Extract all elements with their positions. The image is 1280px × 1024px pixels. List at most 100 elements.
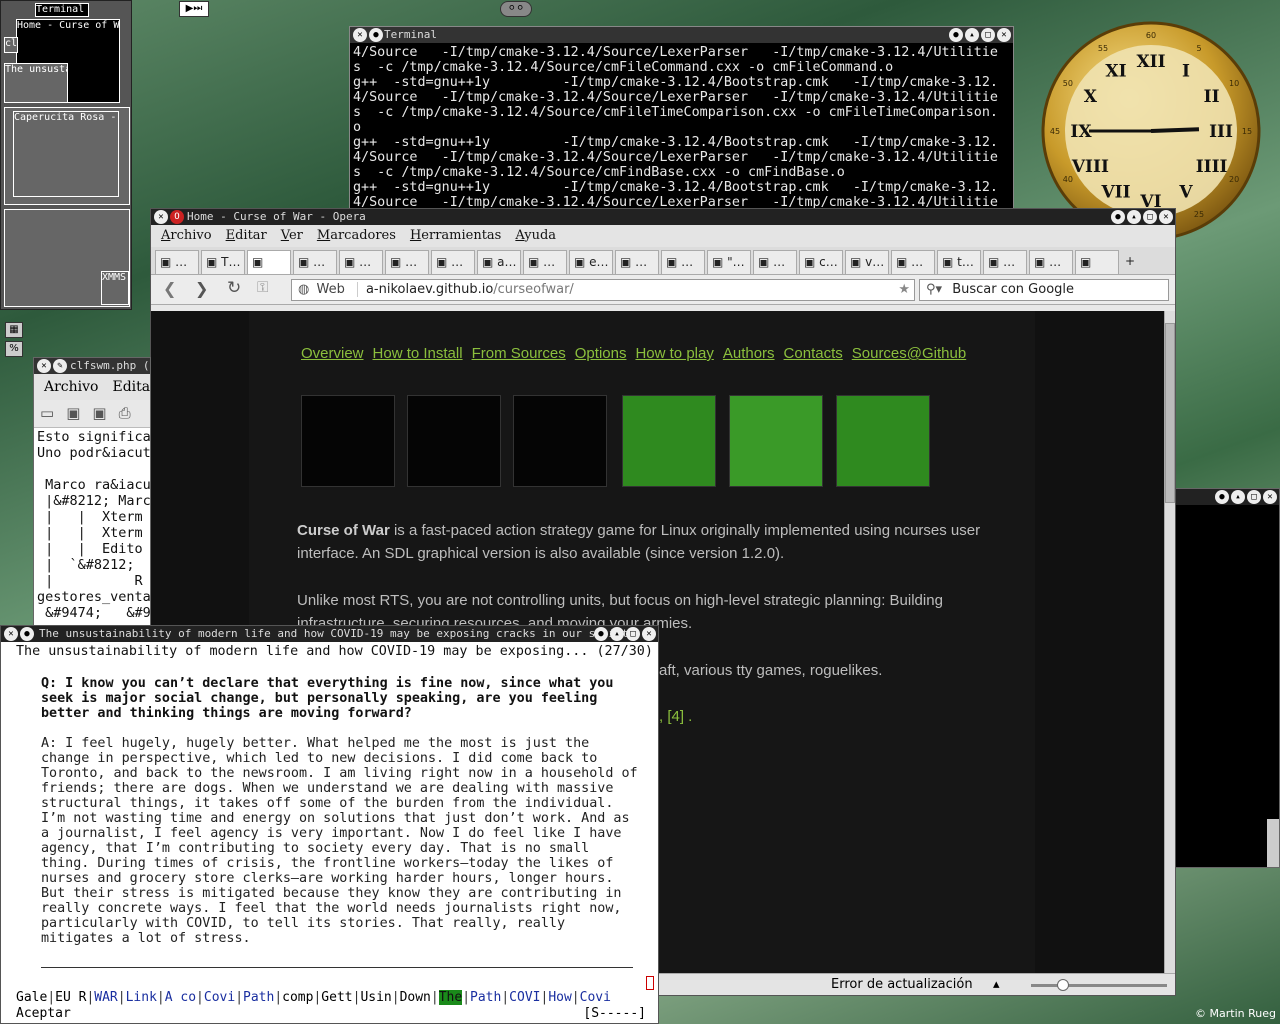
lynx-link[interactable]: Usin — [360, 990, 391, 1005]
dropdown-icon[interactable]: ▴ — [993, 974, 1000, 995]
shade-icon[interactable]: ● — [594, 627, 608, 641]
url-field[interactable]: ◍ Web a-nikolaev.github.io/curseofwar/ ★ — [291, 279, 915, 301]
minimize-icon[interactable]: ▴ — [1127, 210, 1141, 224]
pager-window-xmms[interactable]: XMMS — [101, 271, 129, 305]
shade-icon[interactable]: ● — [949, 28, 963, 42]
opera-logo-icon[interactable]: O — [170, 210, 184, 224]
browser-tab[interactable]: ▣ … — [431, 250, 475, 274]
browser-tab[interactable]: ▣ "… — [707, 250, 751, 274]
image-viewer-icon[interactable]: ▦ — [5, 322, 23, 338]
lynx-link[interactable]: Gett — [321, 990, 352, 1005]
bookmark-star-icon[interactable]: ★ — [898, 280, 910, 300]
browser-tab[interactable]: ▣ … — [891, 250, 935, 274]
browser-tab[interactable]: ▣ … — [983, 250, 1027, 274]
maximize-icon[interactable]: □ — [1143, 210, 1157, 224]
editor-titlebar[interactable]: ✕ ✎ clfswm.php (/ — [34, 358, 150, 374]
nav-link[interactable]: Contacts — [784, 345, 843, 362]
key-icon[interactable]: ⚿ — [257, 278, 268, 296]
browser-tab[interactable]: ▣ c… — [799, 250, 843, 274]
pager-window-lynx[interactable]: The unsusta — [4, 63, 68, 103]
screenshot-thumbnail[interactable] — [407, 395, 501, 487]
browser-tab[interactable]: ▣ … — [155, 250, 199, 274]
lynx-link[interactable]: The — [438, 990, 463, 1005]
vertical-scrollbar[interactable] — [1164, 311, 1175, 975]
pager-window-terminal[interactable]: Terminal — [35, 3, 89, 17]
lynx-titlebar[interactable]: ✕ ● The unsustainability of modern life a… — [1, 626, 658, 642]
edit-icon[interactable]: ✎ — [53, 359, 67, 373]
maximize-icon[interactable]: □ — [1247, 490, 1261, 504]
menu-archivo[interactable]: Archivo — [44, 374, 98, 400]
scroll-thumb[interactable] — [1165, 323, 1175, 503]
nav-link[interactable]: Authors — [723, 345, 775, 362]
menu-icon[interactable]: ● — [20, 627, 34, 641]
background-window[interactable]: ● ▴ □ ✕ — [1175, 488, 1280, 868]
lynx-link[interactable]: Path — [470, 990, 501, 1005]
browser-tab[interactable]: ▣ … — [753, 250, 797, 274]
browser-tab[interactable]: ▣ … — [339, 250, 383, 274]
browser-tab[interactable]: ▣ t… — [937, 250, 981, 274]
lynx-link[interactable]: Link — [126, 990, 157, 1005]
nav-link[interactable]: Sources@Github — [852, 345, 966, 362]
close-icon[interactable]: ✕ — [1263, 490, 1277, 504]
browser-tab[interactable]: ▣ — [1075, 250, 1119, 274]
nav-link[interactable]: Overview — [301, 345, 364, 362]
menu-icon[interactable]: ● — [369, 28, 383, 42]
screenshot-thumbnail[interactable] — [729, 395, 823, 487]
window-titlebar[interactable]: ● ▴ □ ✕ — [1176, 489, 1279, 505]
menu-archivo[interactable]: Archivo — [161, 225, 212, 247]
nav-link[interactable]: From Sources — [472, 345, 566, 362]
terminal-output[interactable]: 4/Source -I/tmp/cmake-3.12.4/Source/Lexe… — [350, 43, 1013, 211]
browser-tab[interactable]: ▣ a… — [477, 250, 521, 274]
browser-tab[interactable]: ▣ … — [661, 250, 705, 274]
lynx-terminal-window[interactable]: ✕ ● The unsustainability of modern life a… — [0, 625, 659, 1024]
pager-window-editor[interactable]: cl — [4, 37, 18, 53]
screenshot-thumbnail[interactable] — [513, 395, 607, 487]
screenshot-thumbnail[interactable] — [622, 395, 716, 487]
browser-tab[interactable]: ▣ — [247, 250, 291, 274]
opera-titlebar[interactable]: ✕ O Home - Curse of War - Opera ● ▴ □ ✕ — [151, 209, 1175, 225]
menu-herramientas[interactable]: Herramientas — [410, 225, 501, 247]
lynx-link[interactable]: Covi — [204, 990, 235, 1005]
browser-tab[interactable]: ▣ e… — [569, 250, 613, 274]
nav-link[interactable]: Options — [575, 345, 627, 362]
menu-editar[interactable]: Editar — [112, 374, 150, 400]
menu-marcadores[interactable]: Marcadores — [317, 225, 396, 247]
lynx-link[interactable]: COVI — [509, 990, 540, 1005]
browser-tab[interactable]: ▣ … — [1029, 250, 1073, 274]
reference-link[interactable]: , [4] . — [659, 705, 1175, 728]
back-icon[interactable]: ❮ — [163, 279, 176, 298]
screenshot-thumbnail[interactable] — [836, 395, 930, 487]
editor-text-area[interactable]: Esto significa Uno podr&iacut Marco ra&i… — [34, 428, 150, 622]
nav-link[interactable]: How to Install — [373, 345, 463, 362]
lynx-link[interactable]: WAR — [94, 990, 117, 1005]
dock-icon[interactable]: ⚪⚪ — [500, 1, 532, 17]
close-icon[interactable]: ✕ — [1159, 210, 1173, 224]
pager-window-caperucita[interactable]: Caperucita Rosa - — [13, 111, 119, 197]
terminal-window[interactable]: ✕ ● Terminal ● ▴ □ ✕ 4/Source -I/tmp/cmake-3… — [349, 26, 1014, 212]
lynx-link[interactable]: Down — [400, 990, 431, 1005]
search-field[interactable]: ⚲▾ Buscar con Google — [919, 279, 1169, 301]
print-icon[interactable]: ⎙ — [119, 404, 143, 422]
lynx-link[interactable]: Path — [243, 990, 274, 1005]
minimize-icon[interactable]: ▴ — [610, 627, 624, 641]
browser-tab[interactable]: ▣ … — [523, 250, 567, 274]
minimize-icon[interactable]: ▴ — [1231, 490, 1245, 504]
terminal-titlebar[interactable]: ✕ ● Terminal ● ▴ □ ✕ — [350, 27, 1013, 43]
xmms-play-icon[interactable]: ▶⏭ — [179, 1, 209, 17]
lynx-link[interactable]: How — [548, 990, 571, 1005]
zoom-slider[interactable] — [1031, 979, 1167, 991]
close-icon[interactable]: ✕ — [4, 627, 18, 641]
lynx-link[interactable]: Gale — [16, 990, 47, 1005]
editor-window[interactable]: ✕✎ clfswm.php (/ ArchivoEditar ▭▣▣⎙ Esto… — [33, 357, 151, 627]
scrollbar[interactable] — [1267, 819, 1279, 867]
nav-link[interactable]: How to play — [635, 345, 713, 362]
save-icon[interactable]: ▣ — [66, 404, 92, 422]
close-icon[interactable]: ✕ — [642, 627, 656, 641]
lynx-link[interactable]: comp — [282, 990, 313, 1005]
zoom-slider-handle[interactable] — [1057, 979, 1069, 991]
screenshot-thumbnail[interactable] — [301, 395, 395, 487]
close-icon[interactable]: ✕ — [997, 28, 1011, 42]
maximize-icon[interactable]: □ — [626, 627, 640, 641]
browser-tab[interactable]: ▣ … — [615, 250, 659, 274]
browser-tab[interactable]: ▣ … — [293, 250, 337, 274]
